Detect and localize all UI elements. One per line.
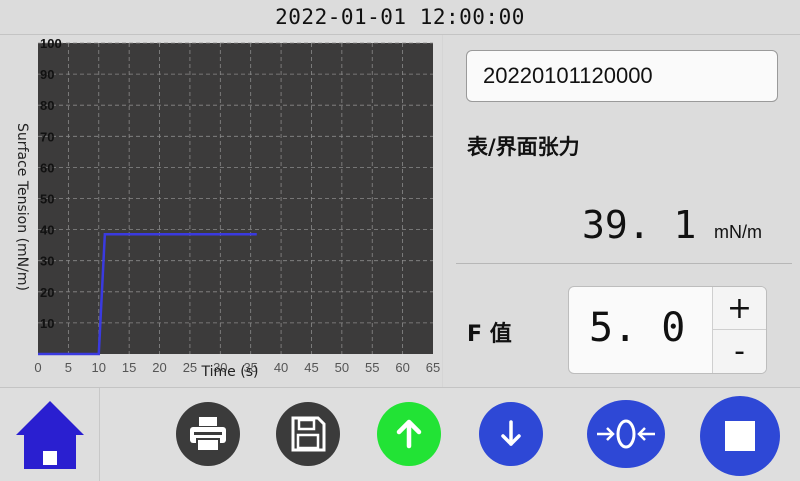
home-button[interactable] — [0, 388, 100, 481]
stop-button[interactable] — [700, 396, 780, 476]
chart-panel: 10 20 30 40 50 60 70 80 90 100 0 5 10 15 20 25 30 35 40 45… — [0, 35, 442, 387]
sample-id-value: 20220101120000 — [483, 63, 653, 88]
zero-calibrate-icon — [597, 419, 655, 449]
x-axis-label: Time (s) — [201, 364, 259, 380]
measurement-panel: 20220101120000 表/界面张力 39. 1 mN/m F 值 5. … — [443, 35, 800, 387]
printer-icon — [190, 417, 226, 452]
x-tick-label: 20 — [152, 360, 166, 375]
home-icon — [15, 400, 84, 469]
y-tick-label: 30 — [40, 254, 54, 269]
x-tick-label: 0 — [34, 360, 41, 375]
decrement-button[interactable]: - — [713, 330, 766, 373]
x-tick-label: 65 — [426, 360, 440, 375]
measurement-value: 39. 1 — [582, 203, 697, 247]
x-tick-label: 60 — [395, 360, 409, 375]
y-tick-label: 100 — [40, 36, 62, 51]
y-tick-label: 40 — [40, 223, 54, 238]
sample-id-field[interactable]: 20220101120000 — [466, 50, 778, 102]
datetime-display: 2022-01-01 12:00:00 — [275, 5, 525, 29]
y-tick-label: 10 — [40, 316, 54, 331]
f-value-stepper: 5. 0 + - — [568, 286, 767, 374]
toolbar — [0, 387, 800, 481]
print-button[interactable] — [176, 402, 240, 466]
x-tick-label: 45 — [304, 360, 318, 375]
stepper-controls: + - — [712, 287, 766, 373]
zero-calibrate-button[interactable] — [587, 400, 665, 468]
move-up-button[interactable] — [377, 402, 441, 466]
divider — [456, 263, 792, 264]
y-tick-label: 70 — [40, 129, 54, 144]
y-tick-label: 80 — [40, 98, 54, 113]
stop-icon — [725, 421, 755, 451]
y-axis-label: Surface Tension (mN/m) — [14, 123, 30, 291]
floppy-disk-icon — [291, 416, 326, 452]
move-down-button[interactable] — [479, 402, 543, 466]
x-tick-label: 15 — [122, 360, 136, 375]
arrow-up-icon — [396, 419, 422, 449]
measurement-label: 表/界面张力 — [467, 135, 580, 159]
y-tick-label: 50 — [40, 192, 54, 207]
save-button[interactable] — [276, 402, 340, 466]
x-tick-label: 40 — [274, 360, 288, 375]
y-tick-label: 90 — [40, 67, 54, 82]
measurement-unit: mN/m — [714, 222, 762, 242]
f-value-display[interactable]: 5. 0 — [589, 305, 685, 351]
f-value-label: F 值 — [467, 322, 512, 347]
x-tick-label: 25 — [183, 360, 197, 375]
status-bar: 2022-01-01 12:00:00 — [0, 0, 800, 35]
y-tick-label: 20 — [40, 285, 54, 300]
surface-tension-chart: 102030405060708090100 0 5 10 15 20 25 30 35 40 45… — [14, 36, 440, 380]
x-tick-label: 10 — [92, 360, 106, 375]
x-tick-label: 50 — [335, 360, 349, 375]
x-tick-label: 55 — [365, 360, 379, 375]
arrow-down-icon — [501, 420, 521, 446]
x-tick-label: 5 — [65, 360, 72, 375]
y-tick-label: 60 — [40, 160, 54, 175]
increment-button[interactable]: + — [713, 287, 766, 330]
